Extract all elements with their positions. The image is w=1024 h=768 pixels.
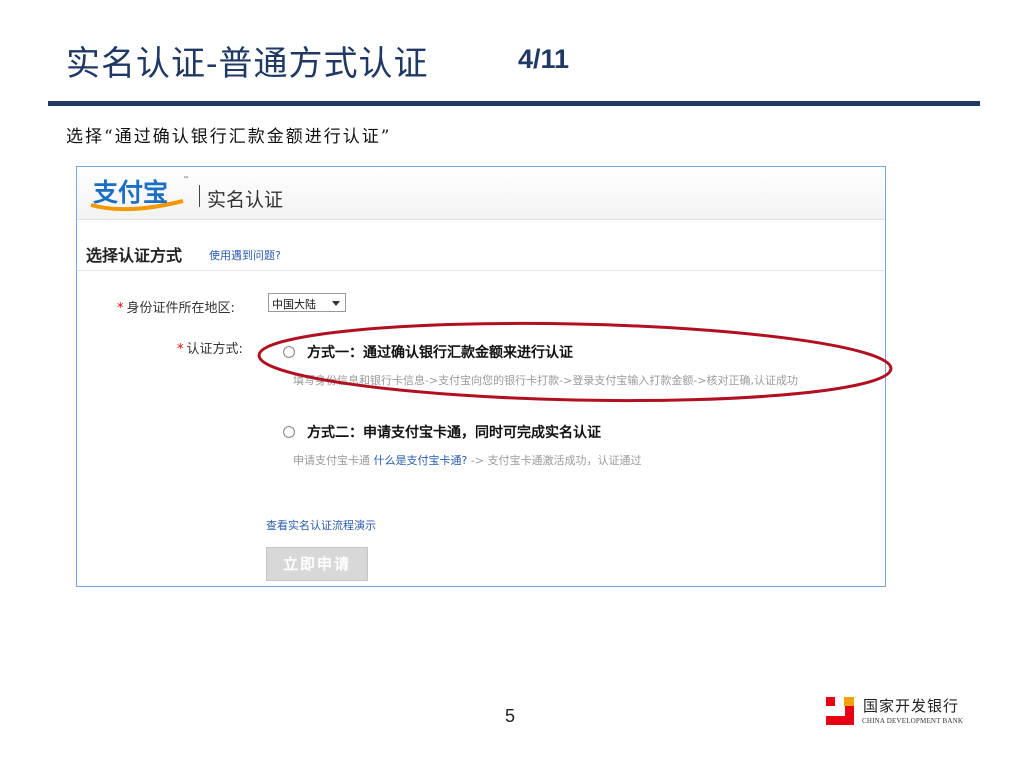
section-header: 选择认证方式 使用遇到问题? (77, 220, 885, 271)
page-number: 5 (505, 706, 516, 726)
region-select-value: 中国大陆 (272, 298, 316, 311)
apply-button[interactable]: 立即申请 (266, 547, 368, 581)
svg-text:™: ™ (183, 176, 189, 183)
section-title: 选择认证方式 (86, 246, 183, 265)
title-divider (48, 101, 980, 106)
app-header: 支付宝 ™ 实名认证 (77, 167, 885, 220)
slide-instruction: 选择“通过确认银行汇款金额进行认证” (66, 127, 392, 147)
slide-title: 实名认证-普通方式认证 (66, 44, 429, 84)
option-2-radio[interactable] (283, 426, 295, 438)
required-mark: * (117, 301, 124, 316)
region-label-text: 身份证件所在地区: (126, 301, 235, 316)
dropdown-arrow-icon (332, 301, 340, 306)
region-label: * 身份证件所在地区: (117, 297, 235, 316)
alipay-logo: 支付宝 ™ (87, 171, 195, 215)
cdb-logo-icon (826, 697, 854, 725)
region-select[interactable]: 中国大陆 (268, 293, 346, 312)
slide-page-indicator: 4/11 (518, 44, 570, 74)
alipay-logo-icon: 支付宝 ™ (90, 176, 189, 212)
bank-name-en: CHINA DEVELOPMENT BANK (862, 717, 964, 725)
highlight-ellipse (257, 321, 893, 403)
alipay-logo-text: 支付宝 (93, 178, 168, 207)
bank-name-cn: 国家开发银行 (863, 697, 960, 715)
option-2-desc-suffix: -> 支付宝卡通激活成功，认证通过 (470, 454, 642, 467)
what-is-kato-link[interactable]: 什么是支付宝卡通? (374, 454, 468, 467)
method-label: * 认证方式: (177, 338, 243, 357)
help-link[interactable]: 使用遇到问题? (209, 247, 281, 263)
required-mark: * (177, 342, 184, 357)
header-title: 实名认证 (207, 189, 284, 211)
option-2-title[interactable]: 方式二：申请支付宝卡通，同时可完成实名认证 (307, 422, 601, 442)
method-label-text: 认证方式: (186, 342, 243, 357)
process-demo-link[interactable]: 查看实名认证流程演示 (266, 517, 376, 533)
header-separator (199, 185, 200, 207)
option-2-desc-prefix: 申请支付宝卡通 (293, 454, 370, 467)
option-2-description: 申请支付宝卡通 什么是支付宝卡通? -> 支付宝卡通激活成功，认证通过 (293, 452, 642, 468)
